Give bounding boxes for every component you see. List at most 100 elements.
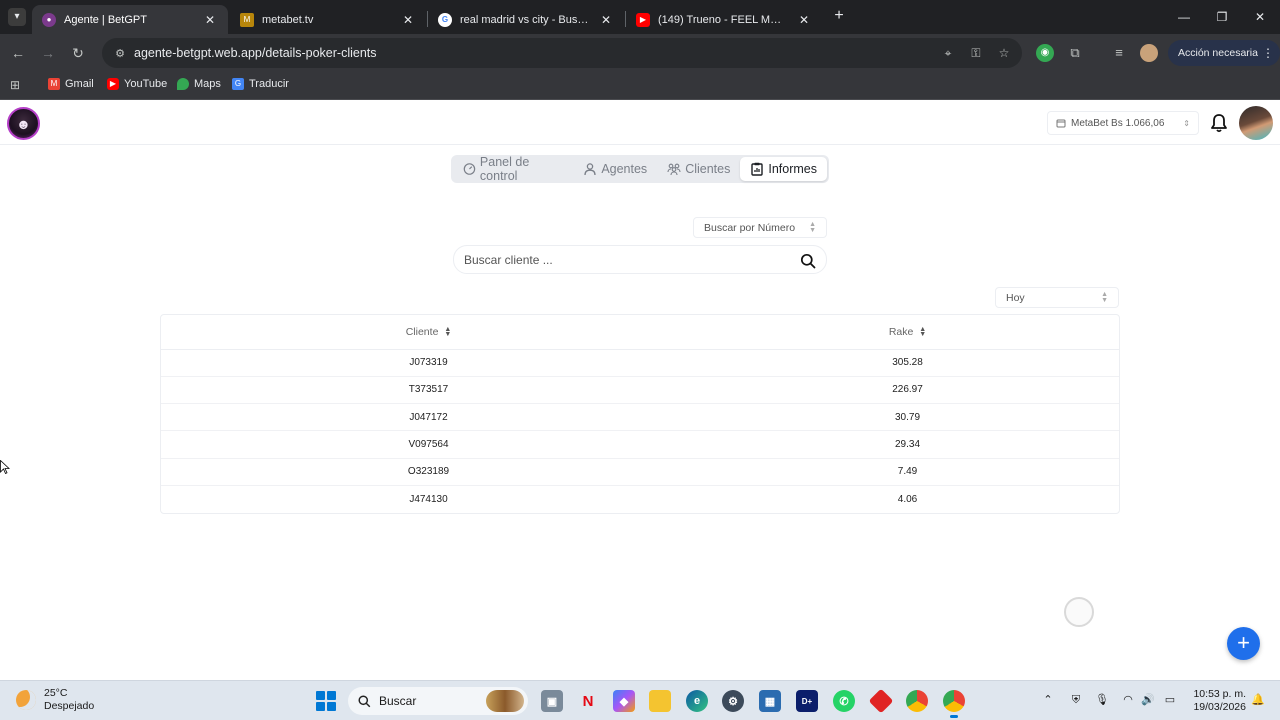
tray-defender-icon[interactable]: ⛨ xyxy=(1068,692,1084,708)
disney-plus-icon[interactable]: D+ xyxy=(796,690,818,712)
new-tab-button[interactable]: + xyxy=(830,7,848,25)
bookmark-youtube[interactable]: ▶ YouTube xyxy=(107,78,167,90)
whatsapp-icon[interactable]: ✆ xyxy=(833,690,855,712)
google-favicon: G xyxy=(438,12,452,27)
password-key-icon[interactable]: ⚿ xyxy=(968,44,984,62)
nav-agentes[interactable]: Agentes xyxy=(573,157,657,181)
store-icon[interactable]: ▦ xyxy=(759,690,781,712)
netflix-icon[interactable]: N xyxy=(577,690,599,712)
copilot-icon[interactable]: ◆ xyxy=(613,690,635,712)
bookmark-translate[interactable]: G Traducir xyxy=(232,78,289,90)
nav-informes[interactable]: Informes xyxy=(740,157,827,181)
file-explorer-icon[interactable] xyxy=(649,690,671,712)
address-bar[interactable]: ⚙ agente-betgpt.web.app/details-poker-cl… xyxy=(102,38,1022,68)
gmail-icon: M xyxy=(48,78,60,90)
tab-youtube[interactable]: ▶ (149) Trueno - FEEL ME?? (Video ✕ xyxy=(626,5,822,34)
metabet-favicon: M xyxy=(240,12,254,27)
table-row[interactable]: J474130 4.06 xyxy=(161,485,1119,512)
client-search-input[interactable] xyxy=(464,252,784,267)
tab-title: real madrid vs city - Buscar con Google xyxy=(460,13,590,26)
rake-cell: 226.97 xyxy=(696,376,1119,405)
browser-toolbar: ← → ↻ ⚙ agente-betgpt.web.app/details-po… xyxy=(0,34,1280,72)
chevron-updown-icon: ▲ ▼ xyxy=(1101,291,1108,304)
media-controls-icon[interactable]: ≡ xyxy=(1110,44,1128,62)
search-highlight-image xyxy=(486,690,524,712)
task-view-icon[interactable]: ▣ xyxy=(541,690,563,712)
nav-panel-de-control[interactable]: Panel de control xyxy=(453,155,573,183)
volume-icon[interactable]: 🔊 xyxy=(1140,692,1156,708)
tab-search-icon[interactable]: ▾ xyxy=(8,8,26,26)
bookmarks-bar: ⊞ M Gmail ▶ YouTube Maps G Traducir xyxy=(0,72,1280,100)
table-row[interactable]: O323189 7.49 xyxy=(161,458,1119,486)
close-icon[interactable]: ✕ xyxy=(598,13,614,27)
user-icon xyxy=(584,163,596,176)
close-icon[interactable]: ✕ xyxy=(202,13,218,27)
close-icon[interactable]: ✕ xyxy=(796,13,812,27)
minimize-icon[interactable]: — xyxy=(1174,8,1194,26)
tab-google-search[interactable]: G real madrid vs city - Buscar con Googl… xyxy=(428,5,624,34)
notifications-bell-icon[interactable]: 🔔 xyxy=(1250,692,1266,708)
tab-title: Agente | BetGPT xyxy=(64,13,147,26)
profile-avatar-icon[interactable] xyxy=(1140,44,1158,62)
app-header: ☻ MetaBet Bs 1.066,06 ⇕ xyxy=(0,100,1280,145)
extensions-puzzle-icon[interactable]: ⧉ xyxy=(1066,44,1084,62)
battery-icon[interactable]: ▭ xyxy=(1162,692,1178,708)
tab-metabet[interactable]: M metabet.tv ✕ xyxy=(230,5,426,34)
chrome-icon[interactable] xyxy=(906,690,928,712)
back-icon[interactable]: ← xyxy=(8,43,28,63)
table-row[interactable]: J047172 30.79 xyxy=(161,403,1119,432)
weather-desc: Despejado xyxy=(44,700,95,712)
wifi-icon[interactable]: ◠ xyxy=(1120,692,1136,708)
sort-icon[interactable]: ▲ ▼ xyxy=(919,326,926,338)
table-row[interactable]: V097564 29.34 xyxy=(161,430,1119,459)
sort-icon[interactable]: ▲ ▼ xyxy=(444,326,451,338)
chrome-profile-icon[interactable] xyxy=(943,690,965,718)
action-required-button[interactable]: Acción necesaria ⋮ xyxy=(1168,40,1280,66)
client-id-cell: T373517 xyxy=(161,376,696,405)
extension-green-icon[interactable]: ◉ xyxy=(1036,44,1054,62)
reload-icon[interactable]: ↻ xyxy=(68,43,88,63)
column-header-cliente[interactable]: Cliente ▲ ▼ xyxy=(161,315,696,350)
windows-taskbar: 25°C Despejado Buscar ▣ N ◆ e ⚙ ▦ D+ ✆ ⌃… xyxy=(0,680,1280,720)
column-header-rake[interactable]: Rake ▲ ▼ xyxy=(696,315,1119,350)
notification-bell-icon[interactable] xyxy=(1210,113,1228,133)
close-window-icon[interactable]: ✕ xyxy=(1250,8,1270,26)
edge-icon[interactable]: e xyxy=(686,690,708,712)
site-info-icon[interactable]: ⚙ xyxy=(106,47,134,60)
tray-mic-icon[interactable]: 🎙 xyxy=(1094,692,1110,708)
add-floating-button[interactable]: + xyxy=(1227,627,1260,660)
table-row[interactable]: T373517 226.97 xyxy=(161,376,1119,405)
balance-selector[interactable]: MetaBet Bs 1.066,06 ⇕ xyxy=(1047,111,1199,135)
tab-title: (149) Trueno - FEEL ME?? (Video xyxy=(658,13,788,26)
apps-grid-icon[interactable]: ⊞ xyxy=(10,78,24,92)
user-avatar[interactable] xyxy=(1239,106,1273,140)
betgpt-logo[interactable]: ☻ xyxy=(7,107,40,140)
bookmark-gmail[interactable]: M Gmail xyxy=(48,78,94,90)
url-text: agente-betgpt.web.app/details-poker-clie… xyxy=(134,46,377,60)
location-icon[interactable]: ⌖ xyxy=(940,44,956,62)
close-icon[interactable]: ✕ xyxy=(400,13,416,27)
mouse-cursor-icon xyxy=(0,460,10,474)
system-clock[interactable]: 10:53 p. m. 19/03/2026 xyxy=(1190,688,1246,714)
chevron-updown-icon: ⇕ xyxy=(1183,118,1190,128)
more-menu-icon[interactable]: ⋮ xyxy=(1262,40,1274,66)
search-icon xyxy=(358,694,371,707)
red-app-icon[interactable] xyxy=(868,688,894,714)
bookmark-label: Maps xyxy=(194,78,221,90)
period-select[interactable]: Hoy ▲ ▼ xyxy=(995,287,1119,308)
nav-clientes[interactable]: Clientes xyxy=(657,157,740,181)
windows-start-icon[interactable] xyxy=(316,691,336,711)
weather-widget[interactable]: 25°C Despejado xyxy=(16,687,94,713)
search-icon[interactable] xyxy=(800,253,816,269)
table-row[interactable]: J073319 305.28 xyxy=(161,349,1119,377)
taskbar-search[interactable]: Buscar xyxy=(348,687,528,715)
maximize-icon[interactable]: ❐ xyxy=(1212,8,1232,26)
bookmark-maps[interactable]: Maps xyxy=(177,78,221,90)
forward-icon[interactable]: → xyxy=(38,43,58,63)
settings-gear-icon[interactable]: ⚙ xyxy=(722,690,744,712)
tray-chevron-up-icon[interactable]: ⌃ xyxy=(1040,692,1056,708)
table-header-row: Cliente ▲ ▼ Rake ▲ ▼ xyxy=(161,315,1119,350)
search-mode-select[interactable]: Buscar por Número ▲ ▼ xyxy=(693,217,827,238)
tab-betgpt[interactable]: ● Agente | BetGPT ✕ xyxy=(32,5,228,34)
bookmark-star-icon[interactable]: ☆ xyxy=(996,44,1012,62)
